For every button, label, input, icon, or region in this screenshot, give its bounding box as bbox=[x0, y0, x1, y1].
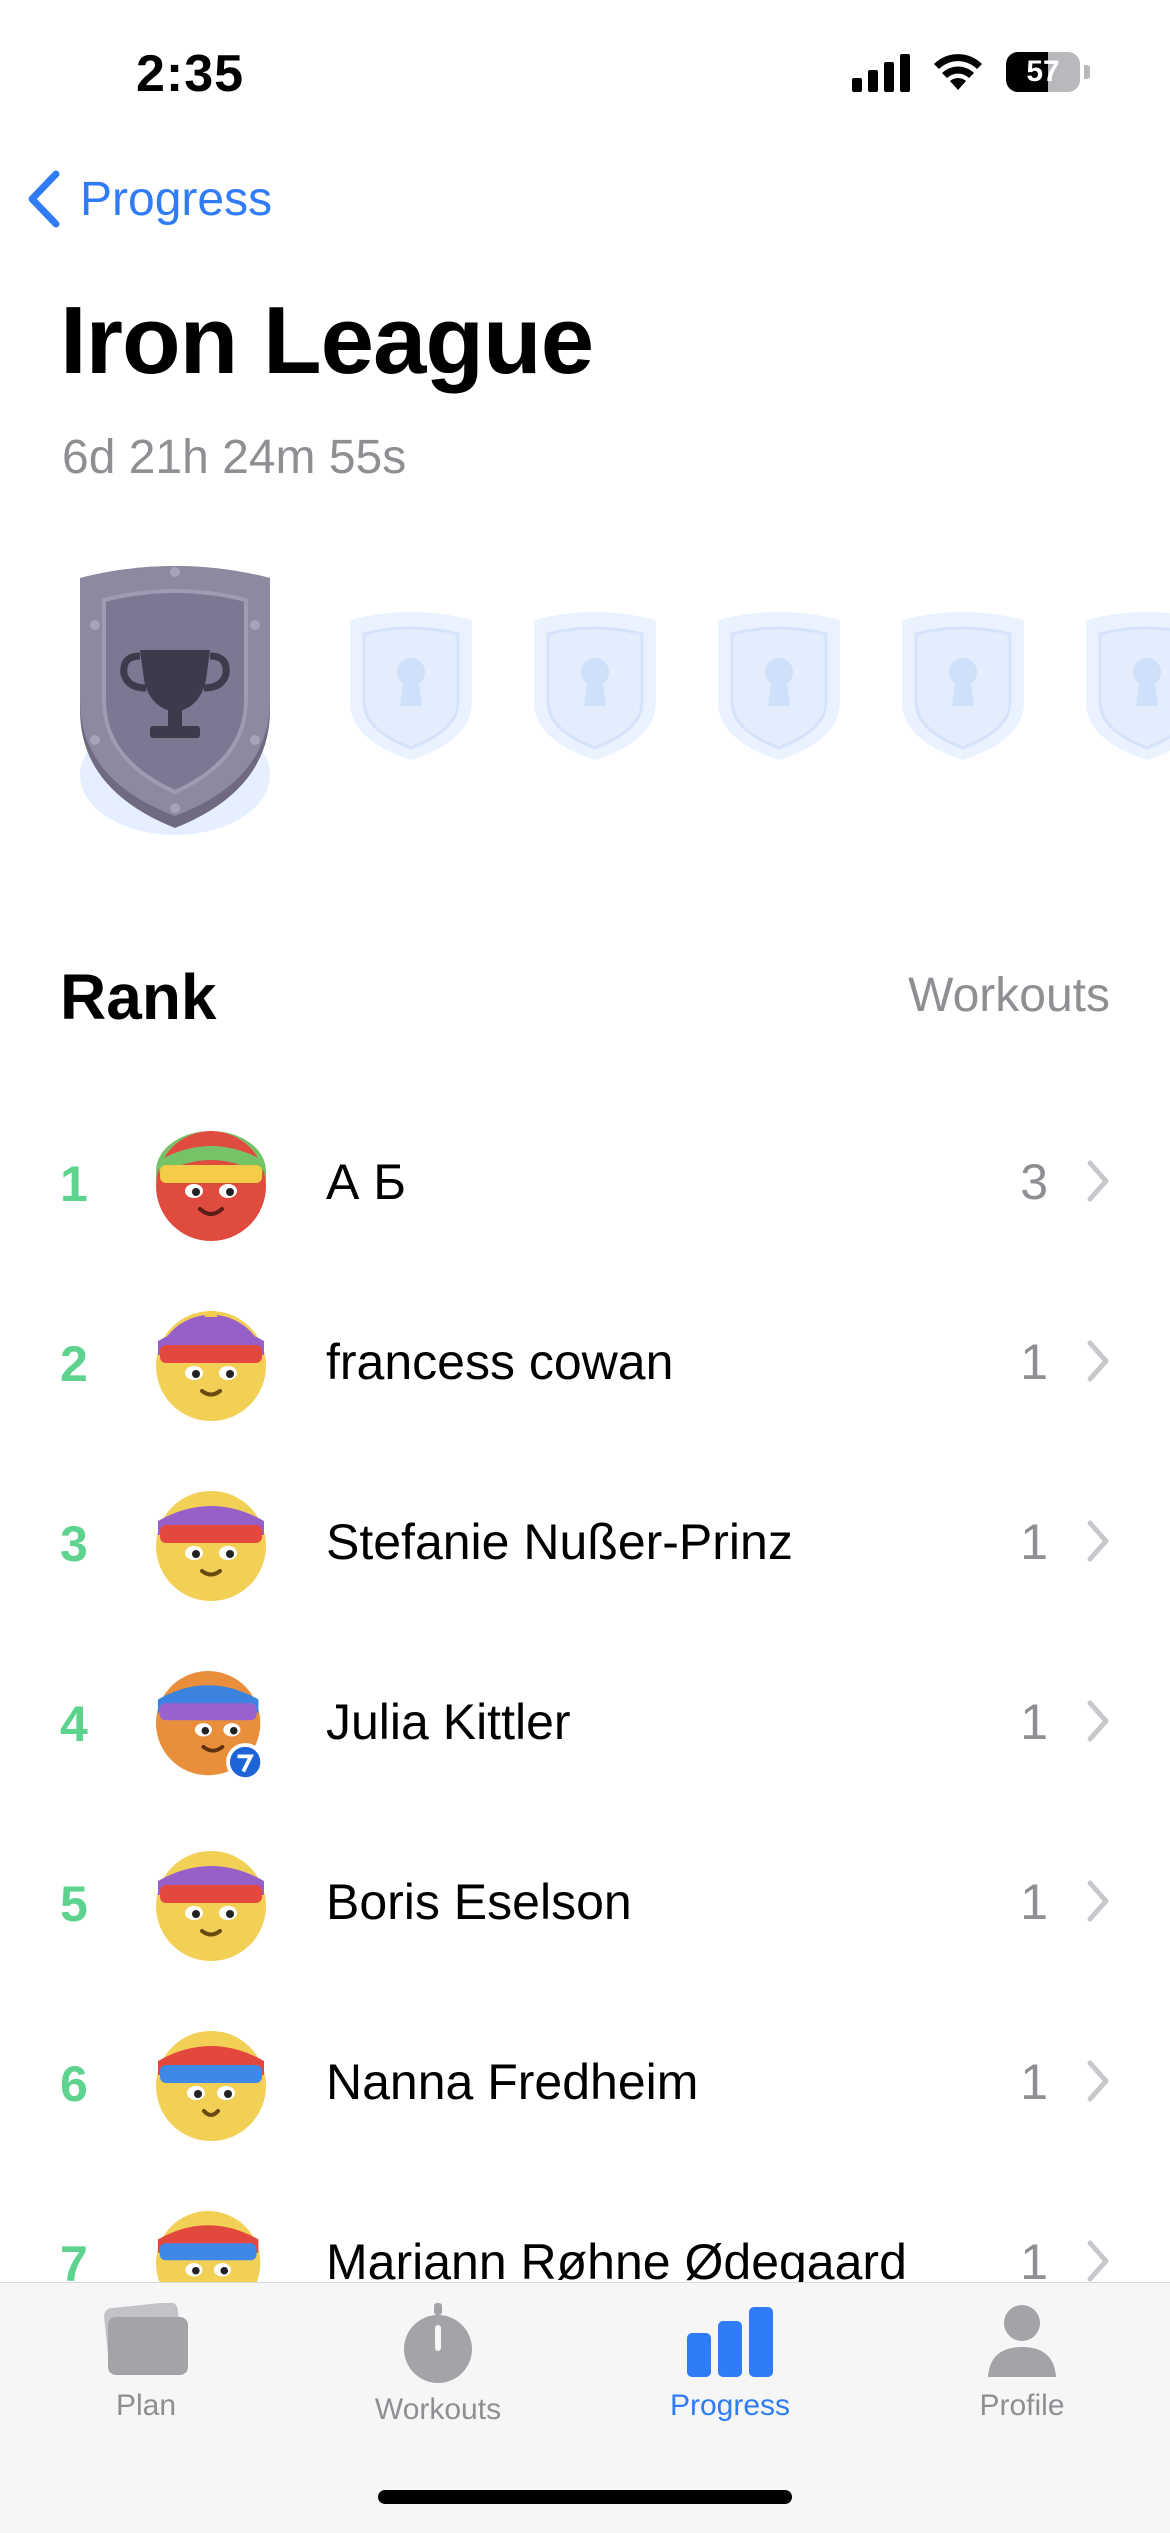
leaderboard-row[interactable]: 5 Boris Eselson 1 bbox=[0, 1815, 1170, 1995]
rank-number: 3 bbox=[60, 1516, 88, 1572]
rank-number: 6 bbox=[60, 2056, 88, 2112]
leaderboard-list: 1 А Б 3 2 francess cowan 1 3 Stefanie Nu… bbox=[0, 1095, 1170, 2355]
cards-icon bbox=[104, 2303, 188, 2375]
status-bar: 2:35 57 bbox=[0, 0, 1170, 150]
avatar bbox=[156, 1851, 266, 1961]
leaderboard-row[interactable]: 1 А Б 3 bbox=[0, 1095, 1170, 1275]
stopwatch-icon bbox=[404, 2303, 472, 2383]
participant-name: А Б bbox=[326, 1154, 407, 1210]
rank-number: 4 bbox=[60, 1696, 88, 1752]
workout-count: 1 bbox=[1020, 2054, 1048, 2110]
battery-tip bbox=[1084, 65, 1090, 79]
chevron-right-icon bbox=[1087, 2060, 1109, 2102]
back-label: Progress bbox=[80, 172, 273, 226]
wifi-icon bbox=[934, 54, 982, 90]
leaderboard-row[interactable]: 4 Julia Kittler 1 bbox=[0, 1635, 1170, 1815]
participant-name: Boris Eselson bbox=[326, 1874, 632, 1930]
tab-label: Workouts bbox=[374, 2393, 502, 2426]
page-title: Iron League bbox=[60, 287, 594, 394]
leaderboard-row[interactable]: 3 Stefanie Nußer-Prinz 1 bbox=[0, 1455, 1170, 1635]
chevron-right-icon bbox=[1087, 2240, 1109, 2282]
back-button[interactable]: Progress bbox=[26, 170, 272, 228]
avatar bbox=[156, 1131, 266, 1241]
participant-name: Nanna Fredheim bbox=[326, 2054, 699, 2110]
person-icon bbox=[988, 2305, 1056, 2377]
chevron-right-icon bbox=[1087, 1520, 1109, 1562]
home-indicator bbox=[378, 2490, 792, 2504]
trophy-icon[interactable] bbox=[60, 560, 290, 850]
rank-number: 2 bbox=[60, 1336, 88, 1392]
leaderboard-row[interactable]: 2 francess cowan 1 bbox=[0, 1275, 1170, 1455]
chevron-right-icon bbox=[1087, 1340, 1109, 1382]
participant-name: francess cowan bbox=[326, 1334, 674, 1390]
participant-name: Julia Kittler bbox=[326, 1694, 571, 1750]
battery-percent: 57 bbox=[1026, 55, 1060, 88]
tab-progress[interactable]: Progress bbox=[630, 2303, 830, 2423]
workouts-header: Workouts bbox=[908, 969, 1110, 1022]
tab-plan[interactable]: Plan bbox=[46, 2303, 246, 2423]
bar-chart-icon bbox=[687, 2307, 773, 2377]
workout-count: 1 bbox=[1020, 1514, 1048, 1570]
workout-count: 3 bbox=[1020, 1154, 1048, 1210]
rank-header: Rank bbox=[60, 961, 217, 1033]
avatar bbox=[156, 1671, 265, 1781]
rank-number: 5 bbox=[60, 1876, 88, 1932]
keyhole-icon[interactable] bbox=[1082, 610, 1170, 762]
chevron-left-icon bbox=[28, 170, 60, 228]
league-countdown: 6d 21h 24m 55s bbox=[62, 431, 407, 484]
keyhole-icon[interactable] bbox=[898, 610, 1028, 762]
keyhole-icon[interactable] bbox=[530, 610, 660, 762]
avatar bbox=[156, 1311, 266, 1421]
tab-label: Progress bbox=[669, 2389, 791, 2422]
workout-count: 1 bbox=[1020, 1874, 1048, 1930]
tab-label: Profile bbox=[979, 2389, 1065, 2422]
avatar bbox=[156, 1491, 266, 1601]
participant-name: Stefanie Nußer-Prinz bbox=[326, 1514, 793, 1570]
chevron-right-icon bbox=[1087, 1880, 1109, 1922]
tab-profile[interactable]: Profile bbox=[922, 2303, 1122, 2423]
status-time: 2:35 bbox=[136, 45, 245, 103]
keyhole-icon[interactable] bbox=[714, 610, 844, 762]
status-icons: 57 bbox=[852, 52, 1090, 92]
rank-number: 1 bbox=[60, 1156, 88, 1212]
chevron-right-icon bbox=[1087, 1160, 1109, 1202]
leaderboard-row[interactable]: 6 Nanna Fredheim 1 bbox=[0, 1995, 1170, 2175]
tab-workouts[interactable]: Workouts bbox=[338, 2303, 538, 2427]
keyhole-icon[interactable] bbox=[346, 610, 476, 762]
battery-icon: 57 bbox=[1006, 52, 1080, 92]
avatar bbox=[156, 2031, 266, 2141]
workout-count: 1 bbox=[1020, 1694, 1048, 1750]
tab-label: Plan bbox=[115, 2389, 177, 2422]
chevron-right-icon bbox=[1087, 1700, 1109, 1742]
workout-count: 1 bbox=[1020, 1334, 1048, 1390]
cellular-signal-icon bbox=[852, 52, 910, 92]
league-badges[interactable] bbox=[0, 560, 1170, 860]
